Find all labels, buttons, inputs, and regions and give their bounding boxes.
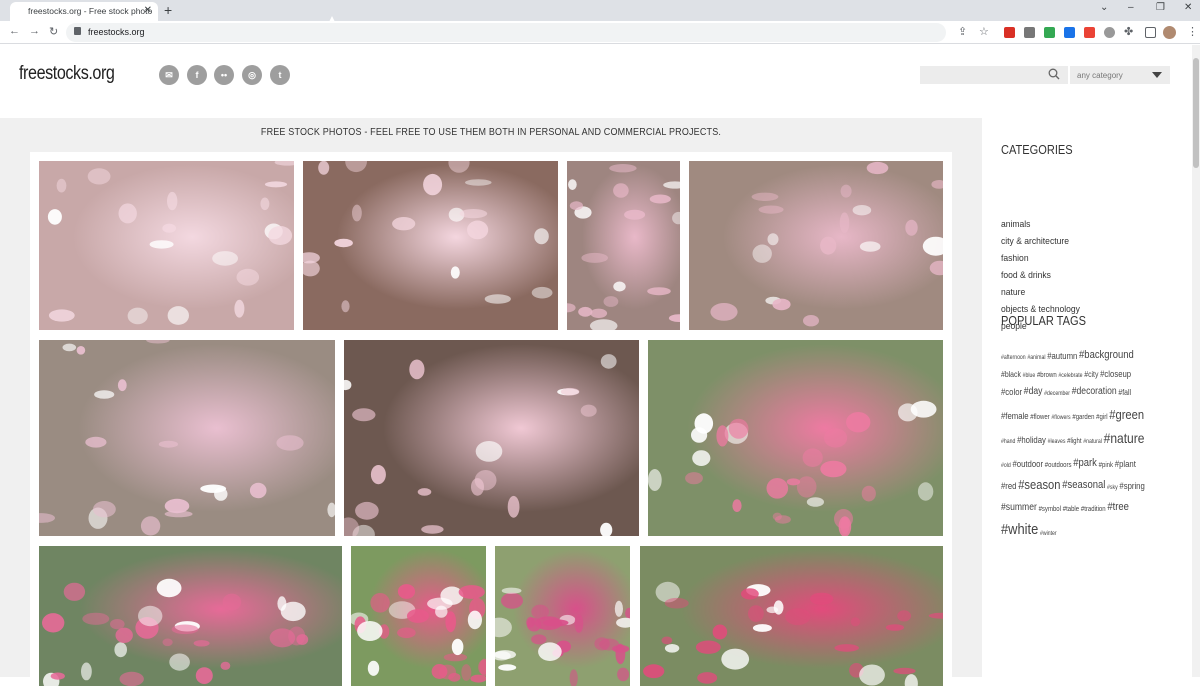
photo-open-palm[interactable] (344, 340, 639, 536)
tag-link[interactable]: #decoration (1072, 387, 1117, 397)
tag-link[interactable]: #nature (1104, 431, 1145, 445)
gmail-extension-icon[interactable] (1004, 27, 1015, 38)
tag-link[interactable]: #spring (1119, 482, 1144, 491)
main-content: FREE STOCK PHOTOS - FEEL FREE TO USE THE… (0, 118, 982, 686)
tag-link[interactable]: #table (1063, 506, 1079, 513)
tag-link[interactable]: #outdoor (1012, 460, 1043, 469)
tag-link[interactable]: #flower (1030, 414, 1049, 421)
twitter-icon[interactable]: t (270, 65, 290, 85)
extensions-puzzle-icon[interactable]: ✤ (1124, 25, 1133, 38)
tag-link[interactable]: #garden (1072, 414, 1094, 421)
photo-hand-flower-1[interactable] (567, 161, 680, 330)
extension-icon[interactable] (1024, 27, 1035, 38)
extension-icon[interactable] (1044, 27, 1055, 38)
tag-link[interactable]: #female (1001, 412, 1029, 421)
tag-link[interactable]: #brown (1037, 372, 1057, 379)
flickr-icon[interactable]: •• (214, 65, 234, 85)
instagram-icon[interactable]: ◎ (242, 65, 262, 85)
category-select-value: any category (1077, 71, 1123, 80)
browser-tab[interactable]: freestocks.org - Free stock photo ✕ (10, 2, 158, 21)
tag-link[interactable]: #autumn (1047, 352, 1077, 361)
tag-link[interactable]: #girl (1096, 414, 1107, 421)
search-icon[interactable] (1048, 68, 1060, 80)
tag-link[interactable]: #white (1001, 522, 1038, 537)
forward-icon[interactable]: → (29, 25, 40, 37)
photo-petals-ground-1[interactable] (39, 161, 294, 330)
reload-icon[interactable]: ↻ (49, 25, 58, 38)
tag-link[interactable]: #winter (1040, 531, 1057, 537)
tag-link[interactable]: #color (1001, 388, 1022, 397)
extension-icon[interactable] (1084, 27, 1095, 38)
tab-title: freestocks.org - Free stock photo (28, 6, 153, 16)
restore-button[interactable]: ❐ (1156, 2, 1165, 13)
minimize-button[interactable]: – (1128, 2, 1134, 13)
photo-petals-ground-2[interactable] (303, 161, 558, 330)
photo-tulips-street[interactable] (495, 546, 630, 686)
menu-kebab-icon[interactable]: ⋮ (1187, 25, 1198, 38)
back-icon[interactable]: ← (9, 25, 20, 37)
photo-grid (30, 152, 952, 686)
url-text: freestocks.org (88, 27, 145, 37)
popular-tags-heading: POPULAR TAGS (1001, 313, 1086, 328)
new-tab-button[interactable]: + (164, 2, 172, 18)
photo-tulips-fence-1[interactable] (648, 340, 943, 536)
tag-link[interactable]: #symbol (1039, 506, 1061, 513)
tab-close-icon[interactable]: ✕ (144, 5, 152, 16)
tag-link[interactable]: #light (1067, 438, 1081, 445)
search-input[interactable] (920, 66, 1068, 84)
close-window-button[interactable]: ✕ (1184, 2, 1192, 13)
tag-link[interactable]: #holiday (1017, 436, 1046, 445)
photo-hand-flower-3[interactable] (39, 340, 335, 536)
photo-hand-flower-2[interactable] (689, 161, 943, 330)
lock-icon (74, 27, 81, 35)
tab-search-icon[interactable]: ⌄ (1100, 2, 1108, 13)
category-link[interactable]: city & architecture (1001, 236, 1069, 247)
tag-link[interactable]: #city (1084, 371, 1098, 379)
chevron-down-icon (1152, 72, 1162, 78)
tag-link[interactable]: #summer (1001, 503, 1037, 513)
category-link[interactable]: nature (1001, 287, 1025, 298)
tag-link[interactable]: #closeup (1100, 370, 1131, 379)
tag-link[interactable]: #black (1001, 371, 1021, 379)
web-page: freestocks.org ✉ f •• ◎ t any category FREE … (0, 45, 1192, 686)
tag-link[interactable]: #fall (1118, 389, 1131, 397)
tag-link[interactable]: #day (1024, 387, 1043, 397)
sidebar: CATEGORIES animals city & architecture fas… (982, 118, 1192, 576)
photo-tulips-bed[interactable] (351, 546, 486, 686)
category-link[interactable]: animals (1001, 219, 1030, 230)
tag-link[interactable]: #park (1073, 458, 1097, 469)
side-panel-icon[interactable] (1145, 27, 1156, 38)
photo-tulips-fence-2[interactable] (39, 546, 342, 686)
address-bar[interactable]: freestocks.org (66, 23, 946, 42)
tag-cloud: #afternoon #animal #autumn #background #blac… (1001, 343, 1179, 538)
bookmark-star-icon[interactable]: ☆ (979, 25, 989, 38)
tag-link[interactable]: #seasonal (1062, 480, 1105, 491)
browser-toolbar: ← → ↻ freestocks.org ⇪ ☆ ✤ ⋮ (0, 21, 1200, 44)
tag-link[interactable]: #red (1001, 482, 1016, 491)
share-icon[interactable]: ⇪ (958, 25, 967, 38)
extension-icon[interactable] (1104, 27, 1115, 38)
tag-link[interactable]: #pink (1099, 462, 1113, 469)
scrollbar-thumb[interactable] (1193, 58, 1199, 168)
site-logo[interactable]: freestocks.org (19, 63, 115, 85)
tag-link[interactable]: #season (1018, 478, 1060, 491)
email-icon[interactable]: ✉ (159, 65, 179, 85)
tag-link[interactable]: #plant (1115, 460, 1136, 469)
page-tagline: FREE STOCK PHOTOS - FEEL FREE TO USE THE… (260, 127, 722, 138)
category-link[interactable]: fashion (1001, 253, 1029, 264)
photo-tulips-bench[interactable] (640, 546, 943, 686)
categories-heading: CATEGORIES (1001, 142, 1073, 157)
browser-tab-bar: freestocks.org - Free stock photo ✕ + ⌄ … (0, 0, 1200, 21)
profile-avatar[interactable] (1163, 26, 1176, 39)
tag-link[interactable]: #green (1109, 408, 1144, 421)
tag-link[interactable]: #background (1079, 350, 1134, 361)
tag-link[interactable]: #outdoors (1045, 462, 1072, 469)
facebook-icon[interactable]: f (187, 65, 207, 85)
category-link[interactable]: food & drinks (1001, 270, 1051, 281)
tag-link[interactable]: #tree (1107, 502, 1129, 513)
extension-icon[interactable] (1064, 27, 1075, 38)
category-select[interactable]: any category (1070, 66, 1170, 84)
tag-link[interactable]: #tradition (1081, 506, 1106, 513)
